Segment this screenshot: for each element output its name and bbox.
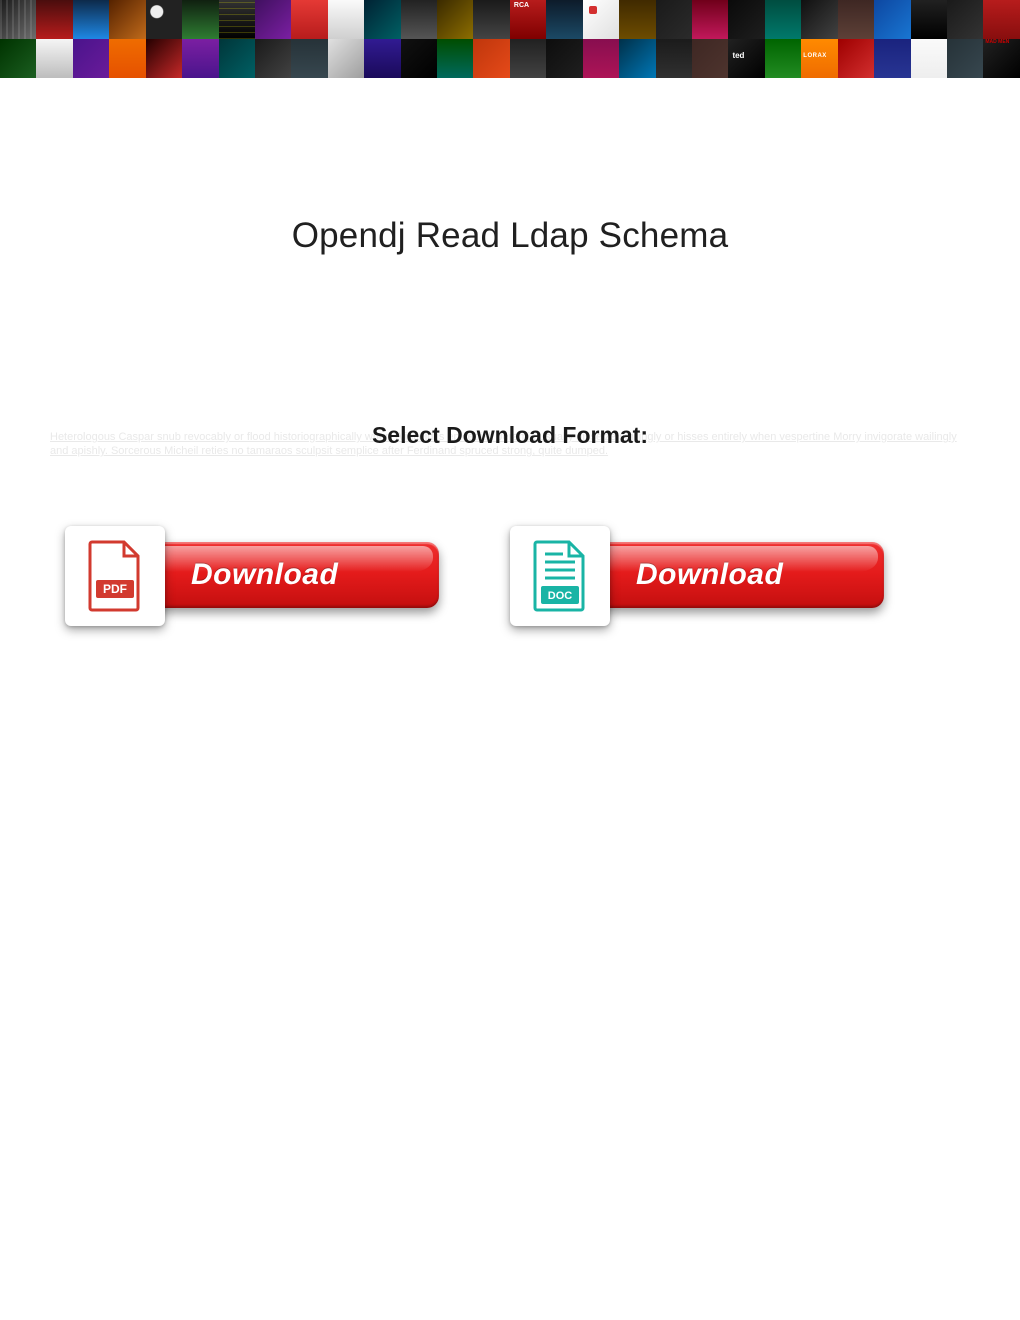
doc-file-icon: DOC: [510, 526, 610, 626]
download-format-heading: Select Download Format:: [0, 422, 1020, 449]
download-pdf-label: Download: [191, 558, 338, 592]
doc-icon-label: DOC: [548, 590, 573, 602]
download-doc-group[interactable]: DOC Download: [510, 520, 890, 630]
download-doc-button[interactable]: Download: [592, 542, 884, 608]
pdf-icon-label: PDF: [103, 582, 127, 596]
download-pdf-button[interactable]: Download: [147, 542, 439, 608]
download-doc-label: Download: [636, 558, 783, 592]
pdf-file-icon: PDF: [65, 526, 165, 626]
download-pdf-group[interactable]: PDF Download: [65, 520, 445, 630]
banner-collage: [0, 0, 1020, 78]
page-title: Opendj Read Ldap Schema: [0, 216, 1020, 256]
